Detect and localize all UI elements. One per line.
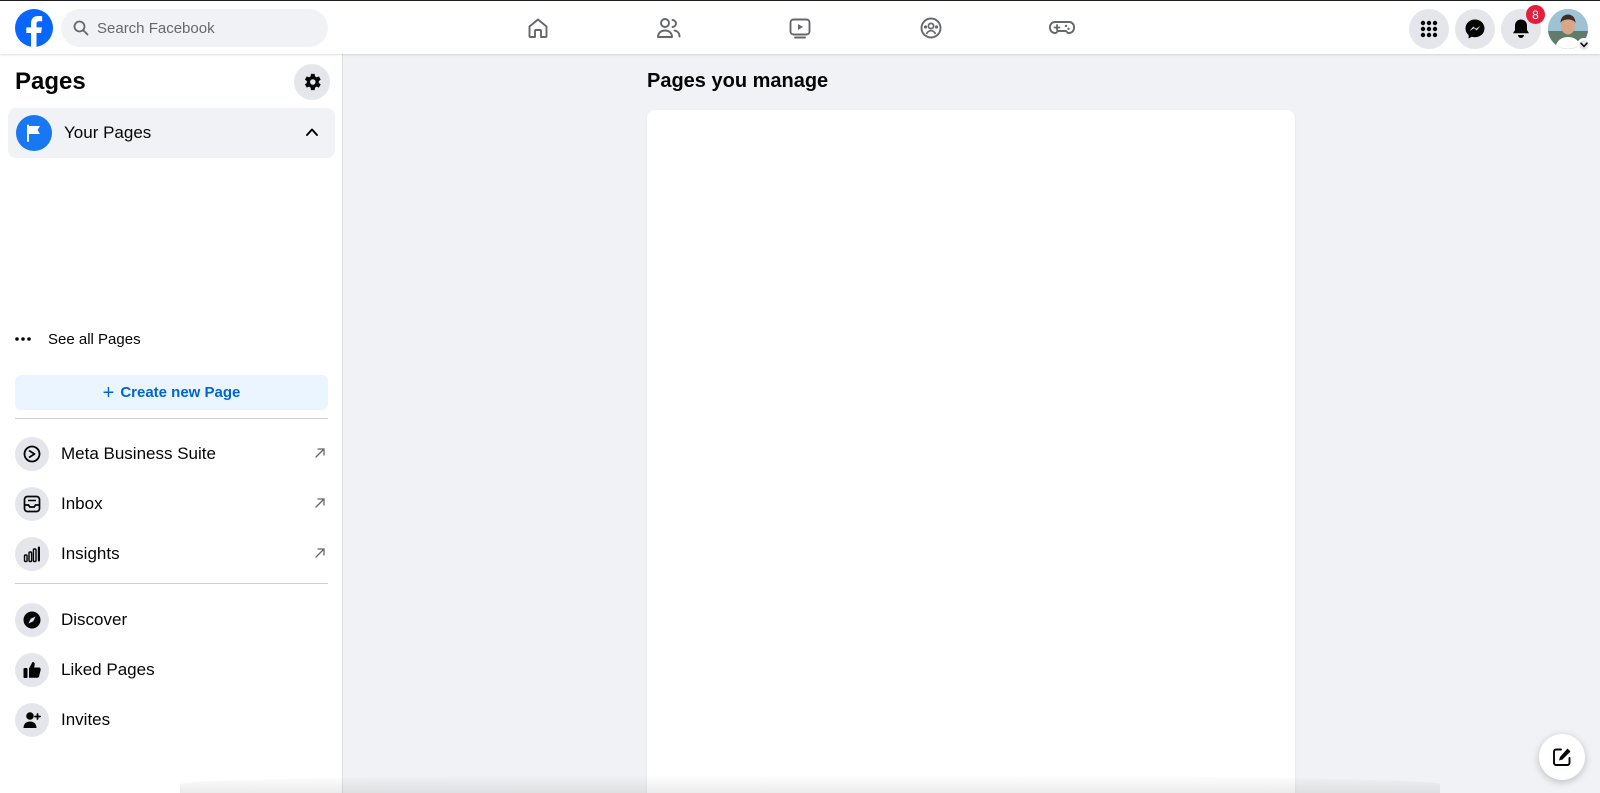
groups-tab[interactable] (917, 14, 945, 42)
business-suite-icon (23, 445, 41, 463)
see-all-pages-link[interactable]: See all Pages (15, 321, 141, 357)
notification-badge: 8 (1526, 5, 1545, 24)
grid-menu-icon (1420, 20, 1438, 38)
insights-label: Insights (61, 544, 120, 563)
create-new-page-button[interactable]: + Create new Page (15, 375, 328, 410)
meta-business-suite-icon-circle (15, 437, 49, 471)
more-dots-icon (15, 337, 31, 341)
insights-icon-circle (15, 537, 49, 571)
thumbs-up-icon (23, 662, 41, 678)
messenger-button[interactable] (1455, 9, 1495, 49)
plus-icon: + (102, 381, 115, 404)
sidebar-title: Pages (15, 68, 86, 95)
sidebar-item-liked-pages[interactable]: Liked Pages (15, 648, 328, 692)
top-navigation-bar: 8 (0, 0, 1600, 54)
compass-icon (23, 611, 41, 629)
watch-tab[interactable] (786, 14, 814, 42)
external-link-icon (315, 548, 325, 558)
your-pages-section-header[interactable]: Your Pages (8, 108, 335, 158)
inbox-icon (23, 495, 41, 513)
discover-icon-circle (15, 603, 49, 637)
chevron-up-icon[interactable] (305, 125, 319, 139)
sidebar-item-inbox[interactable]: Inbox (15, 482, 328, 526)
menu-button[interactable] (1409, 9, 1449, 49)
friends-tab[interactable] (655, 14, 683, 42)
compose-icon (1553, 748, 1571, 766)
facebook-logo[interactable] (15, 9, 53, 47)
meta-business-suite-label: Meta Business Suite (61, 444, 216, 463)
discover-label: Discover (61, 610, 128, 629)
flag-icon (27, 124, 40, 142)
insights-icon (23, 546, 40, 563)
gear-icon (304, 73, 321, 91)
search-icon (73, 20, 89, 36)
liked-pages-label: Liked Pages (61, 660, 155, 679)
notifications-button[interactable]: 8 (1501, 5, 1545, 49)
invites-icon-circle (15, 703, 49, 737)
home-tab[interactable] (524, 14, 552, 42)
your-pages-icon-circle (16, 115, 52, 151)
friends-icon (657, 18, 681, 38)
your-pages-label: Your Pages (64, 123, 152, 142)
external-link-icon (315, 498, 325, 508)
divider (15, 418, 328, 419)
add-person-icon (23, 712, 41, 728)
messenger-icon (1465, 19, 1485, 39)
video-icon (789, 18, 811, 39)
pages-sidebar: Pages Your Pages See all Pages + Create … (0, 54, 343, 793)
see-all-pages-label: See all Pages (48, 330, 141, 348)
account-chevron[interactable] (1577, 38, 1591, 52)
divider (15, 583, 328, 584)
bottom-fade (180, 775, 1440, 793)
groups-icon (920, 17, 942, 39)
facebook-f-icon (26, 16, 43, 47)
chevron-down-icon (1580, 42, 1588, 48)
sidebar-item-discover[interactable]: Discover (15, 598, 328, 642)
search-box[interactable] (61, 9, 328, 47)
sidebar-item-meta-business-suite[interactable]: Meta Business Suite (15, 432, 328, 476)
inbox-label: Inbox (61, 494, 103, 513)
account-avatar[interactable] (1548, 9, 1591, 52)
liked-pages-icon-circle (15, 653, 49, 687)
sidebar-item-insights[interactable]: Insights (15, 532, 328, 576)
sidebar-item-invites[interactable]: Invites (15, 698, 328, 742)
external-link-icon (315, 448, 325, 458)
home-icon (528, 18, 548, 38)
gaming-tab[interactable] (1048, 14, 1076, 42)
create-new-page-label: Create new Page (120, 384, 241, 401)
inbox-icon-circle (15, 487, 49, 521)
page-title: Pages you manage (647, 70, 829, 92)
search-input[interactable] (97, 19, 297, 37)
new-message-button[interactable] (1539, 734, 1585, 780)
invites-label: Invites (61, 710, 111, 729)
settings-button[interactable] (294, 64, 330, 100)
managed-pages-card (647, 110, 1295, 793)
gaming-icon (1049, 21, 1075, 34)
